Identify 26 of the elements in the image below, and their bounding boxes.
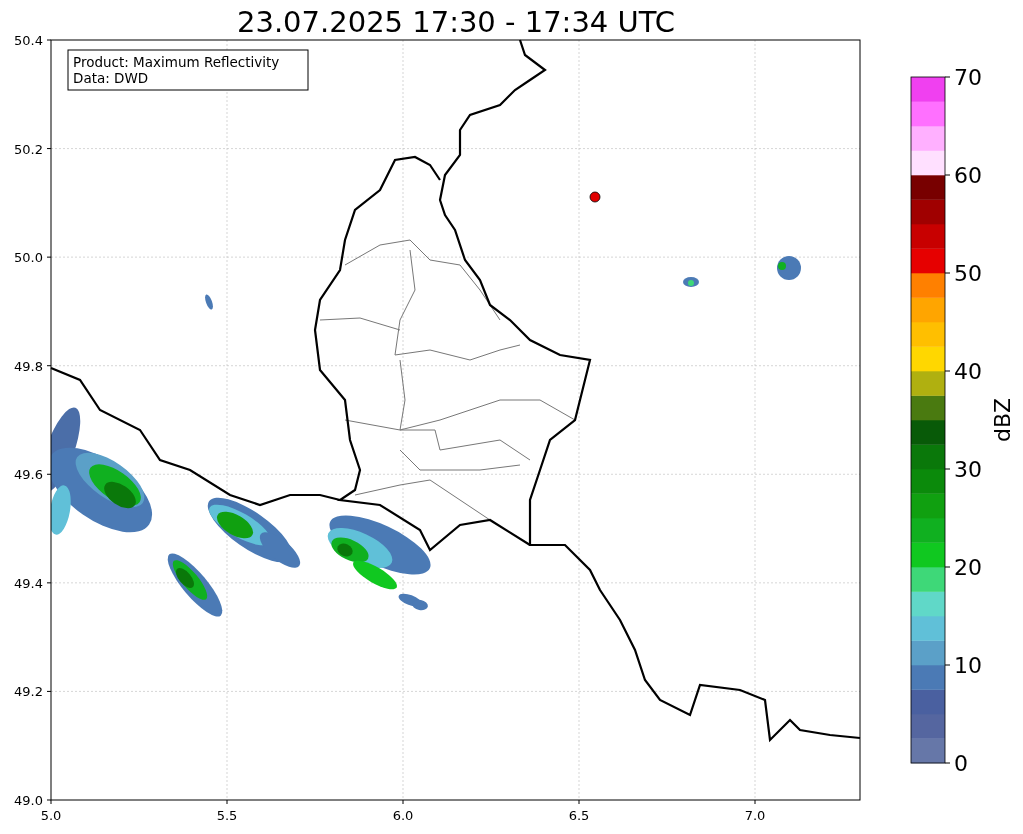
colorbar-tick-label: 40 <box>954 359 982 384</box>
x-axis-label: 5.0 <box>40 808 62 823</box>
colorbar-tick-label: 0 <box>954 751 968 776</box>
colorbar-tick-label: 30 <box>954 457 982 482</box>
x-axis-label: 6.0 <box>392 808 414 823</box>
y-axis-label: 50.2 <box>14 141 43 157</box>
colorbar-tick-label: 20 <box>954 555 982 580</box>
x-axis-label: 7.0 <box>744 808 766 823</box>
info-text: Product: Maximum Reflectivity <box>73 54 280 70</box>
y-axis-label: 49.6 <box>14 467 43 483</box>
chart-title: 23.07.2025 17:30 - 17:34 UTC <box>237 5 675 39</box>
colorbar-tick-label: 50 <box>954 261 982 286</box>
info-text: Data: DWD <box>73 70 149 86</box>
y-axis-label: 50.0 <box>14 250 43 266</box>
x-axis-label: 6.5 <box>568 808 590 823</box>
colorbar-tick-label: 10 <box>954 653 982 678</box>
y-axis-label: 49.2 <box>14 684 43 700</box>
y-axis-label: 50.4 <box>14 33 43 48</box>
colorbar-tick-label: 60 <box>954 163 982 188</box>
location-marker <box>589 191 601 203</box>
colorbar-tick-label: 70 <box>954 65 982 90</box>
x-axis-label: 5.5 <box>216 808 238 823</box>
y-axis-label: 49.0 <box>14 793 43 808</box>
y-axis-label: 49.8 <box>14 358 43 374</box>
colorbar-label: dBZ <box>990 397 1015 443</box>
y-axis-label: 49.4 <box>14 575 43 591</box>
